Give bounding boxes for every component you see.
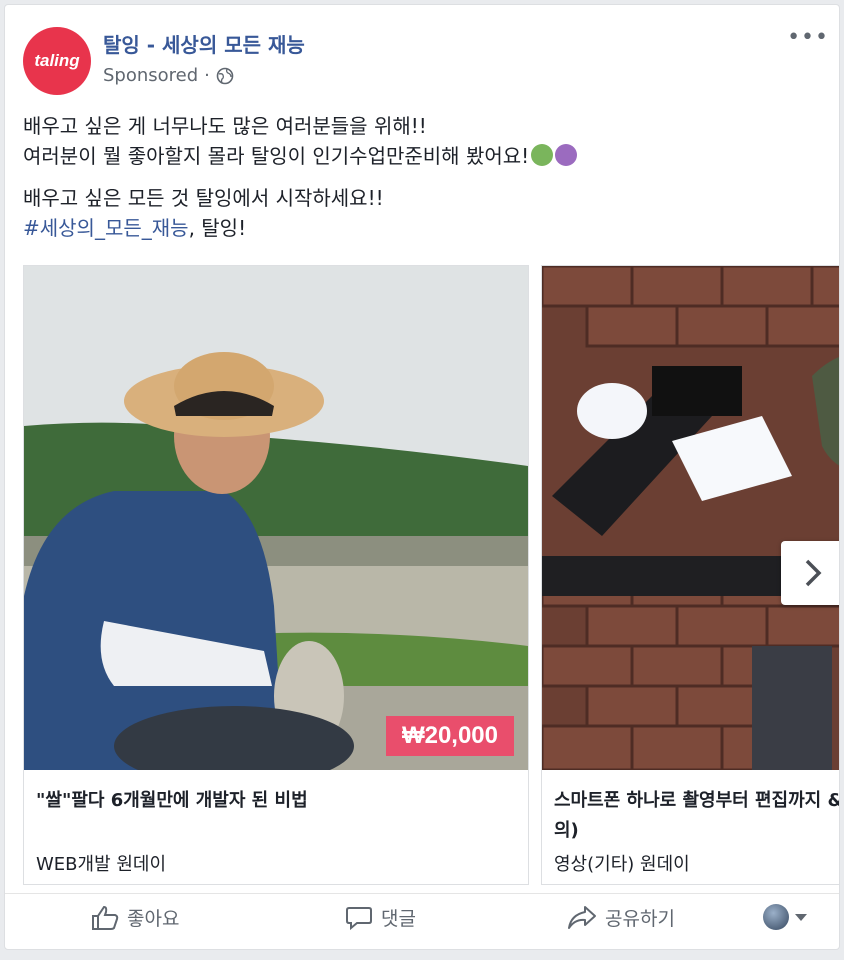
camera-rig-photo-icon[interactable]: [542, 266, 839, 770]
more-options-button[interactable]: •••: [787, 25, 829, 50]
user-avatar-icon: [763, 904, 789, 930]
comment-button[interactable]: 댓글: [345, 904, 416, 931]
farmer-photo-icon[interactable]: ₩20,000: [24, 266, 528, 770]
sponsored-post: taling 탈잉 - 세상의 모든 재능 Sponsored · ••• 배우…: [4, 4, 840, 950]
avatar-logo-text: taling: [34, 51, 80, 70]
share-button[interactable]: 공유하기: [567, 904, 675, 931]
caret-down-icon: [795, 913, 807, 921]
comment-bubble-icon: [346, 906, 372, 930]
post-line-4: #세상의_모든_재능, 탈잉!: [23, 213, 823, 243]
post-line-3: 배우고 싶은 모든 것 탈잉에서 시작하세요!!: [23, 186, 384, 210]
chevron-right-icon: [805, 559, 822, 587]
item-2-title-line: 스마트폰 하나로 촬영부터 편집까지 &: [554, 790, 840, 811]
item-2-title[interactable]: 스마트폰 하나로 촬영부터 편집까지 & 의): [554, 786, 840, 846]
globe-icon: [216, 67, 234, 84]
like-label: 좋아요: [127, 908, 180, 930]
post-meta: Sponsored ·: [103, 65, 234, 86]
carousel-next-button[interactable]: [781, 541, 839, 605]
item-2-subtitle: 영상(기타) 원데이: [554, 854, 690, 875]
thumbs-up-icon: [92, 905, 119, 930]
post-text-block-1: 배우고 싶은 게 너무나도 많은 여러분들을 위해!! 여러분이 뭘 좋아할지 …: [23, 111, 823, 171]
person-gesturing-emoji-icon: [531, 144, 554, 166]
like-button[interactable]: 좋아요: [91, 904, 179, 931]
item-1-subtitle: WEB개발 원데이: [36, 854, 167, 875]
carousel: ₩20,000 "쌀"팔다 6개월만에 개발자 된 비법 WEB개발 원데이 스…: [23, 265, 840, 885]
share-label: 공유하기: [605, 908, 675, 930]
farmer-photo-illustration: [24, 266, 528, 770]
woman-gesturing-emoji-icon: [555, 144, 578, 166]
post-line-2: 여러분이 뭘 좋아할지 몰라 탈잉이 인기수업만준비해 봤어요!: [23, 144, 530, 168]
page-name-link[interactable]: 탈잉 - 세상의 모든 재능: [103, 29, 305, 58]
post-text-block-2: 배우고 싶은 모든 것 탈잉에서 시작하세요!! #세상의_모든_재능, 탈잉!: [23, 183, 823, 243]
item-1-title[interactable]: "쌀"팔다 6개월만에 개발자 된 비법: [36, 786, 516, 816]
comment-label: 댓글: [381, 908, 416, 930]
action-bar: 좋아요 댓글 공유하기: [5, 893, 839, 945]
price-badge: ₩20,000: [385, 716, 514, 756]
sponsored-label[interactable]: Sponsored: [103, 65, 198, 86]
camera-rig-photo-illustration: [542, 266, 839, 770]
share-arrow-icon: [568, 905, 596, 929]
meta-dot: ·: [204, 65, 210, 86]
post-line-4-rest: , 탈잉!: [188, 216, 247, 240]
carousel-item-1[interactable]: ₩20,000 "쌀"팔다 6개월만에 개발자 된 비법 WEB개발 원데이: [23, 265, 529, 885]
post-line-1: 배우고 싶은 게 너무나도 많은 여러분들을 위해!!: [23, 114, 427, 138]
item-2-title-wrap: 의): [554, 820, 579, 841]
page-avatar[interactable]: taling: [23, 27, 91, 95]
audience-selector[interactable]: [763, 904, 807, 930]
hashtag-link[interactable]: #세상의_모든_재능: [23, 216, 189, 240]
post-line-2-wrap: 여러분이 뭘 좋아할지 몰라 탈잉이 인기수업만준비해 봤어요!: [23, 141, 823, 171]
